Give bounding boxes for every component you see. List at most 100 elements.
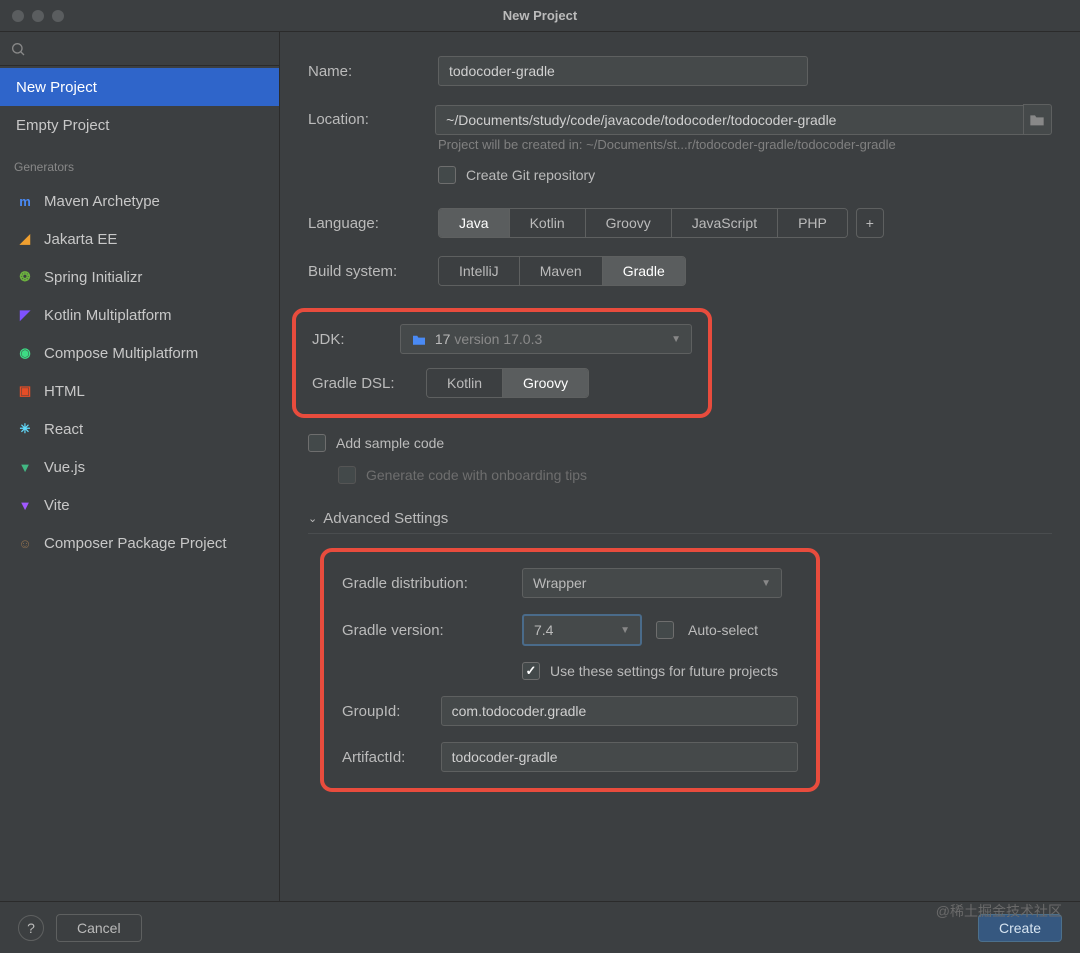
jdk-value: 17 <box>435 331 451 347</box>
add-language-button[interactable]: + <box>856 208 884 238</box>
language-segmented: JavaKotlinGroovyJavaScriptPHP <box>438 208 848 238</box>
jdk-version: version 17.0.3 <box>454 331 542 347</box>
language-option[interactable]: Groovy <box>586 209 672 237</box>
sidebar-item-label: Empty Project <box>16 117 109 134</box>
chevron-down-icon: ⌄ <box>308 512 317 525</box>
generators-heading: Generators <box>0 146 279 180</box>
sidebar-item-generator[interactable]: ☺Composer Package Project <box>0 524 279 562</box>
jdk-dropdown[interactable]: 17 version 17.0.3 ▼ <box>400 324 692 354</box>
window-title: New Project <box>503 8 577 23</box>
generator-icon: ▼ <box>16 458 34 476</box>
browse-location-button[interactable] <box>1023 104 1052 135</box>
gradle-dist-value: Wrapper <box>533 575 586 591</box>
name-input[interactable] <box>438 56 808 86</box>
gradle-dist-dropdown[interactable]: Wrapper ▼ <box>522 568 782 598</box>
onboarding-label: Generate code with onboarding tips <box>366 467 587 483</box>
artifactid-label: ArtifactId: <box>342 749 441 766</box>
dsl-option[interactable]: Kotlin <box>427 369 503 397</box>
gradle-version-label: Gradle version: <box>342 622 522 639</box>
generator-icon: ◢ <box>16 230 34 248</box>
generators-list: mMaven Archetype ◢ Jakarta EE ❂Spring Initi… <box>0 180 279 564</box>
sidebar-item-label: Maven Archetype <box>44 193 160 210</box>
sidebar-item-label: Vite <box>44 497 70 514</box>
content-pane: Name: Location: Project will be created … <box>280 32 1080 901</box>
sidebar-item-generator[interactable]: mMaven Archetype <box>0 182 279 220</box>
maximize-window-button[interactable] <box>52 10 64 22</box>
sidebar-item-label: Composer Package Project <box>44 535 227 552</box>
folder-icon <box>411 334 427 346</box>
future-settings-label: Use these settings for future projects <box>550 663 778 679</box>
sidebar-item-label: New Project <box>16 79 97 96</box>
language-option[interactable]: JavaScript <box>672 209 778 237</box>
advanced-highlight: Gradle distribution: Wrapper ▼ Gradle ve… <box>320 548 820 792</box>
folder-icon <box>1029 113 1045 127</box>
sidebar-item-generator[interactable]: ▣ HTML <box>0 372 279 410</box>
build-option[interactable]: IntelliJ <box>439 257 520 285</box>
sidebar-item-generator[interactable]: ◉ Compose Multiplatform <box>0 334 279 372</box>
git-checkbox[interactable] <box>438 166 456 184</box>
sidebar-item-generator[interactable]: ◤Kotlin Multiplatform <box>0 296 279 334</box>
groupid-label: GroupId: <box>342 703 441 720</box>
jdk-dsl-highlight: JDK: 17 version 17.0.3 ▼ Gradle DSL: Kot… <box>292 308 712 418</box>
build-segmented: IntelliJMavenGradle <box>438 256 686 286</box>
autoselect-label: Auto-select <box>688 622 758 638</box>
sidebar-item-label: Compose Multiplatform <box>44 345 198 362</box>
footer: ? Cancel Create @稀土掘金技术社区 <box>0 901 1080 953</box>
gradle-version-value: 7.4 <box>534 622 553 638</box>
build-option[interactable]: Maven <box>520 257 603 285</box>
sidebar-search[interactable] <box>0 32 279 66</box>
search-icon <box>10 41 26 57</box>
generator-icon: ▣ <box>16 382 34 400</box>
autoselect-checkbox[interactable] <box>656 621 674 639</box>
future-settings-checkbox[interactable] <box>522 662 540 680</box>
chevron-down-icon: ▼ <box>761 578 771 589</box>
sidebar-item-generator[interactable]: ▼ Vue.js <box>0 448 279 486</box>
minimize-window-button[interactable] <box>32 10 44 22</box>
sidebar-item-generator[interactable]: ◢ Jakarta EE <box>0 220 279 258</box>
artifactid-input[interactable] <box>441 742 798 772</box>
advanced-settings-header[interactable]: ⌄ Advanced Settings <box>308 510 1052 534</box>
project-type-list: New Project Empty Project <box>0 66 279 146</box>
sidebar-item-label: Jakarta EE <box>44 231 117 248</box>
location-input[interactable] <box>435 105 1022 135</box>
build-option[interactable]: Gradle <box>603 257 685 285</box>
watermark: @稀土掘金技术社区 <box>936 901 1062 921</box>
gradle-version-dropdown[interactable]: 7.4 ▼ <box>522 614 642 646</box>
sidebar-item-generator[interactable]: ▼ Vite <box>0 486 279 524</box>
help-button[interactable]: ? <box>18 915 44 941</box>
groupid-input[interactable] <box>441 696 798 726</box>
generator-icon: ▼ <box>16 496 34 514</box>
dsl-segmented: KotlinGroovy <box>426 368 589 398</box>
build-label: Build system: <box>308 263 438 280</box>
dsl-option[interactable]: Groovy <box>503 369 588 397</box>
window-controls <box>12 10 64 22</box>
onboarding-checkbox <box>338 466 356 484</box>
titlebar: New Project <box>0 0 1080 32</box>
sidebar-item-label: Vue.js <box>44 459 85 476</box>
sidebar-item-generator[interactable]: ✳ React <box>0 410 279 448</box>
cancel-button[interactable]: Cancel <box>56 914 142 942</box>
generator-icon: ✳ <box>16 420 34 438</box>
sample-code-label: Add sample code <box>336 435 444 451</box>
generator-icon: ◉ <box>16 344 34 362</box>
generator-icon: ❂ <box>16 268 34 286</box>
sidebar-item-label: React <box>44 421 83 438</box>
generator-icon: ◤ <box>16 306 34 324</box>
dsl-label: Gradle DSL: <box>312 375 426 392</box>
jdk-label: JDK: <box>312 331 400 348</box>
gradle-dist-label: Gradle distribution: <box>342 575 522 592</box>
location-label: Location: <box>308 111 435 128</box>
sidebar-item-label: HTML <box>44 383 85 400</box>
location-hint: Project will be created in: ~/Documents/… <box>438 137 1052 152</box>
chevron-down-icon: ▼ <box>620 625 630 636</box>
sidebar-item-new-project[interactable]: New Project <box>0 68 279 106</box>
language-option[interactable]: Kotlin <box>510 209 586 237</box>
sidebar-item-empty-project[interactable]: Empty Project <box>0 106 279 144</box>
language-option[interactable]: Java <box>439 209 510 237</box>
language-label: Language: <box>308 215 438 232</box>
advanced-settings-label: Advanced Settings <box>323 510 448 527</box>
language-option[interactable]: PHP <box>778 209 847 237</box>
close-window-button[interactable] <box>12 10 24 22</box>
sample-code-checkbox[interactable] <box>308 434 326 452</box>
sidebar-item-generator[interactable]: ❂Spring Initializr <box>0 258 279 296</box>
